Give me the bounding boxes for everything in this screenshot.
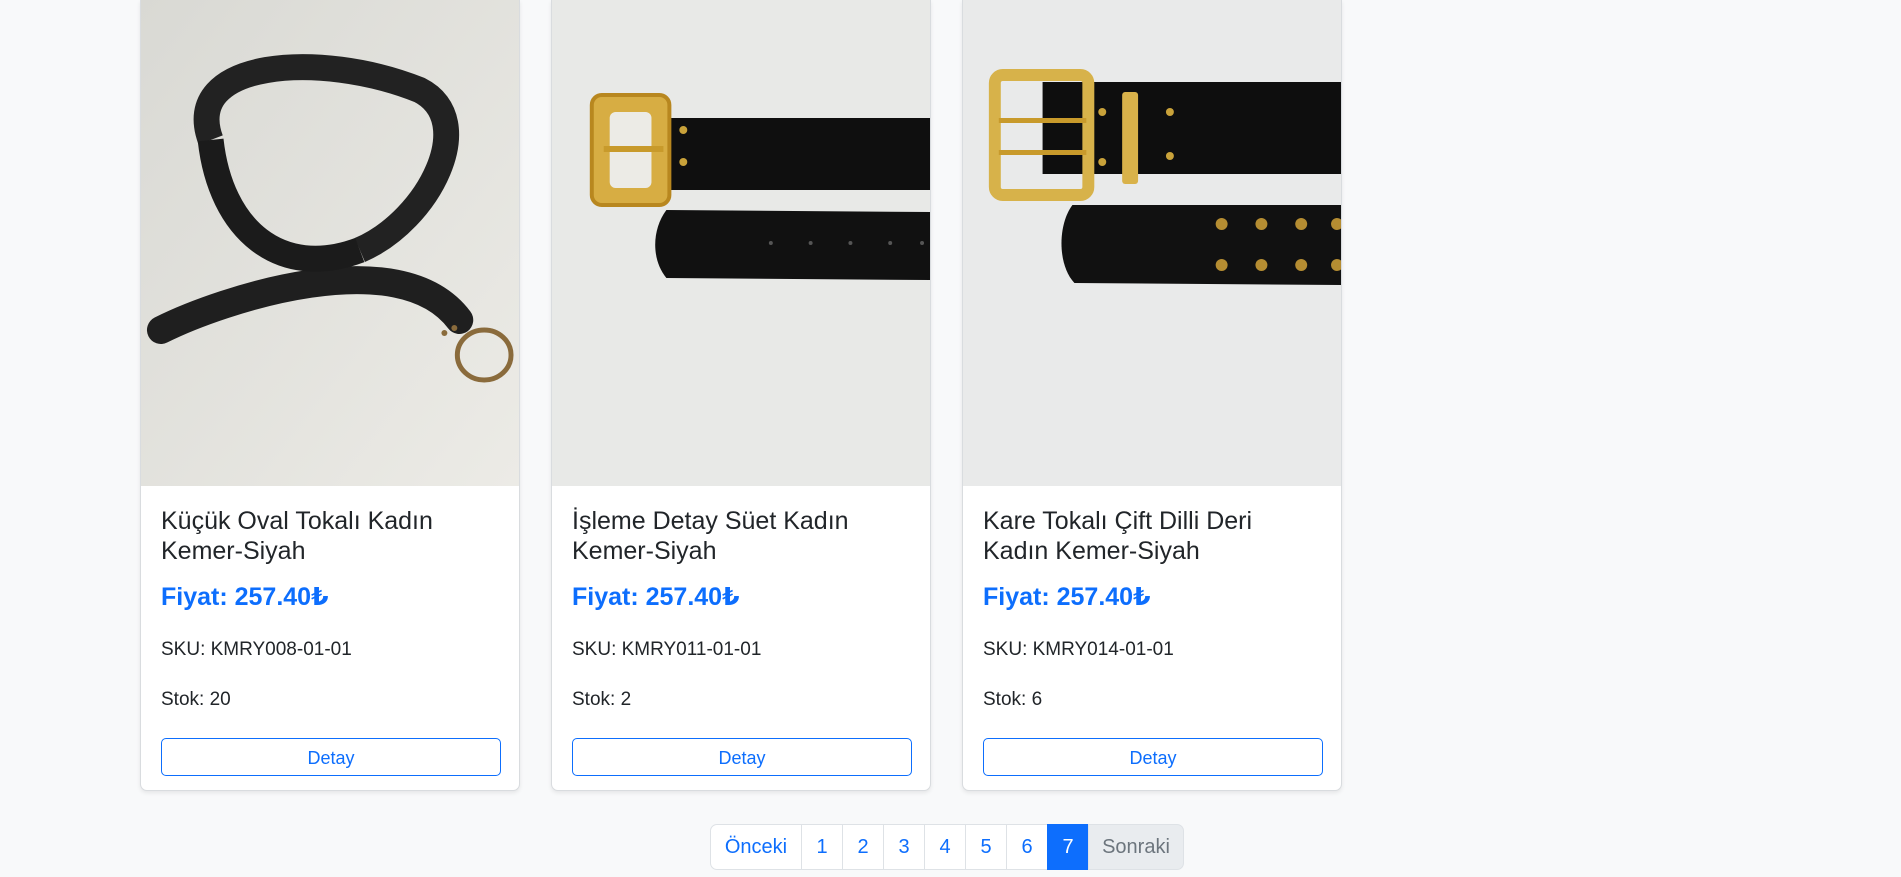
product-card: Kare Tokalı Çift Dilli Deri Kadın Kemer-… (962, 0, 1342, 791)
product-sku: SKU: KMRY014-01-01 (983, 639, 1174, 660)
pagination: Önceki 1 2 3 4 5 6 7 Sonraki (710, 824, 1184, 870)
product-title[interactable]: Küçük Oval Tokalı Kadın Kemer-Siyah (161, 506, 499, 566)
product-image-belt-loop[interactable] (141, 0, 519, 486)
product-price: Fiyat: 257.40₺ (572, 583, 740, 611)
pagination-next: Sonraki (1088, 824, 1184, 870)
pagination-page-1[interactable]: 1 (801, 824, 843, 870)
detail-button[interactable]: Detay (983, 738, 1323, 776)
product-stock: Stok: 6 (983, 689, 1043, 710)
pagination-prev[interactable]: Önceki (710, 824, 802, 870)
product-card: Küçük Oval Tokalı Kadın Kemer-Siyah Fiya… (140, 0, 520, 791)
product-sku: SKU: KMRY011-01-01 (572, 639, 762, 660)
product-title[interactable]: Kare Tokalı Çift Dilli Deri Kadın Kemer-… (983, 506, 1321, 566)
product-sku: SKU: KMRY008-01-01 (161, 639, 352, 660)
pagination-page-3[interactable]: 3 (883, 824, 925, 870)
product-grid: Küçük Oval Tokalı Kadın Kemer-Siyah Fiya… (140, 0, 1348, 791)
pagination-page-2[interactable]: 2 (842, 824, 884, 870)
product-card: İşleme Detay Süet Kadın Kemer-Siyah Fiya… (551, 0, 931, 791)
detail-button[interactable]: Detay (161, 738, 501, 776)
product-image-square-buckle-belt[interactable] (963, 0, 1341, 486)
pagination-page-5[interactable]: 5 (965, 824, 1007, 870)
pagination-page-4[interactable]: 4 (924, 824, 966, 870)
product-price: Fiyat: 257.40₺ (161, 583, 329, 611)
product-image-suede-belt[interactable] (552, 0, 930, 486)
pagination-page-7-active[interactable]: 7 (1047, 824, 1089, 870)
product-price: Fiyat: 257.40₺ (983, 583, 1151, 611)
product-stock: Stok: 2 (572, 689, 632, 710)
pagination-page-6[interactable]: 6 (1006, 824, 1048, 870)
detail-button[interactable]: Detay (572, 738, 912, 776)
product-stock: Stok: 20 (161, 689, 231, 710)
product-title[interactable]: İşleme Detay Süet Kadın Kemer-Siyah (572, 506, 910, 566)
